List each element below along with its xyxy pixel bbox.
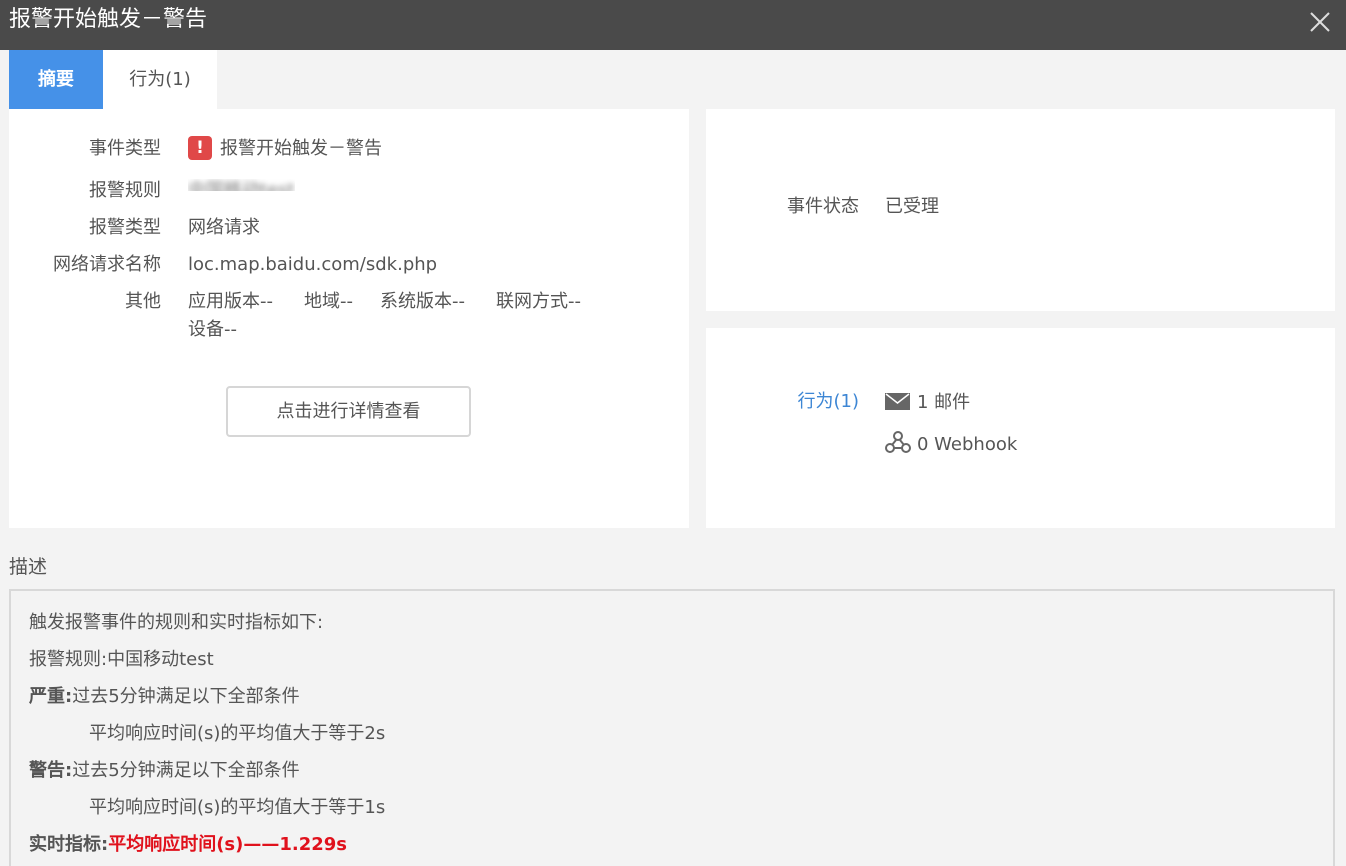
summary-panel: 事件类型 ! 报警开始触发－警告 报警规则 中国移动test 报警类型 网络请求… xyxy=(9,109,689,528)
request-name-value: loc.map.baidu.com/sdk.php xyxy=(188,254,438,275)
rule-prefix: 报警规则: xyxy=(29,649,108,670)
other-app-version: 应用版本-- xyxy=(188,291,273,312)
webhook-count: 0 Webhook xyxy=(917,434,1018,455)
description-severe: 严重:过去5分钟满足以下全部条件 xyxy=(29,685,300,709)
rule-value: 中国移动test xyxy=(107,649,214,670)
status-label: 事件状态 xyxy=(787,196,859,217)
other-os-version: 系统版本-- xyxy=(380,291,465,312)
alert-type-value: 网络请求 xyxy=(188,217,260,238)
other-network: 联网方式-- xyxy=(496,291,581,312)
warning-label: 警告: xyxy=(29,760,73,781)
status-panel: 事件状态 已受理 xyxy=(706,109,1335,311)
alert-rule-value: 中国移动test xyxy=(188,180,295,191)
envelope-icon xyxy=(885,393,910,410)
description-metric: 实时指标:平均响应时间(s)——1.229s xyxy=(29,833,347,857)
other-label: 其他 xyxy=(125,291,161,312)
description-rule: 报警规则:中国移动test xyxy=(29,648,214,672)
severe-detail: 平均响应时间(s)的平均值大于等于2s xyxy=(89,723,386,744)
dialog-titlebar: 报警开始触发－警告 xyxy=(0,0,1346,50)
alert-type-label: 报警类型 xyxy=(89,217,161,238)
other-device: 设备-- xyxy=(188,319,237,340)
email-count: 1 邮件 xyxy=(917,392,971,413)
actions-panel: 行为(1) 1 邮件 0 Webhook xyxy=(706,328,1335,528)
webhook-icon xyxy=(885,431,911,453)
alert-error-icon: ! xyxy=(188,136,212,160)
actions-link[interactable]: 行为(1) xyxy=(798,390,860,414)
metric-value: 平均响应时间(s)——1.229s xyxy=(108,834,348,855)
tab-actions[interactable]: 行为(1) xyxy=(103,50,217,109)
event-type-value: 报警开始触发－警告 xyxy=(220,138,382,159)
view-details-button[interactable]: 点击进行详情查看 xyxy=(226,386,471,437)
metric-label: 实时指标: xyxy=(29,834,109,855)
status-value: 已受理 xyxy=(885,196,939,217)
request-name-label: 网络请求名称 xyxy=(53,254,161,275)
description-box: 触发报警事件的规则和实时指标如下: 报警规则:中国移动test 严重:过去5分钟… xyxy=(9,589,1335,866)
tab-summary[interactable]: 摘要 xyxy=(9,50,103,109)
alert-rule-label: 报警规则 xyxy=(89,180,161,201)
close-icon[interactable] xyxy=(1308,10,1332,34)
severe-condition: 过去5分钟满足以下全部条件 xyxy=(72,686,300,707)
description-warning: 警告:过去5分钟满足以下全部条件 xyxy=(29,759,300,783)
warning-condition: 过去5分钟满足以下全部条件 xyxy=(72,760,300,781)
description-heading: 描述 xyxy=(9,556,48,578)
other-region: 地域-- xyxy=(304,291,353,312)
warning-detail: 平均响应时间(s)的平均值大于等于1s xyxy=(89,797,386,818)
dialog-title: 报警开始触发－警告 xyxy=(9,7,208,32)
description-intro: 触发报警事件的规则和实时指标如下: xyxy=(29,612,324,633)
severe-label: 严重: xyxy=(29,686,73,707)
event-type-label: 事件类型 xyxy=(89,138,161,159)
